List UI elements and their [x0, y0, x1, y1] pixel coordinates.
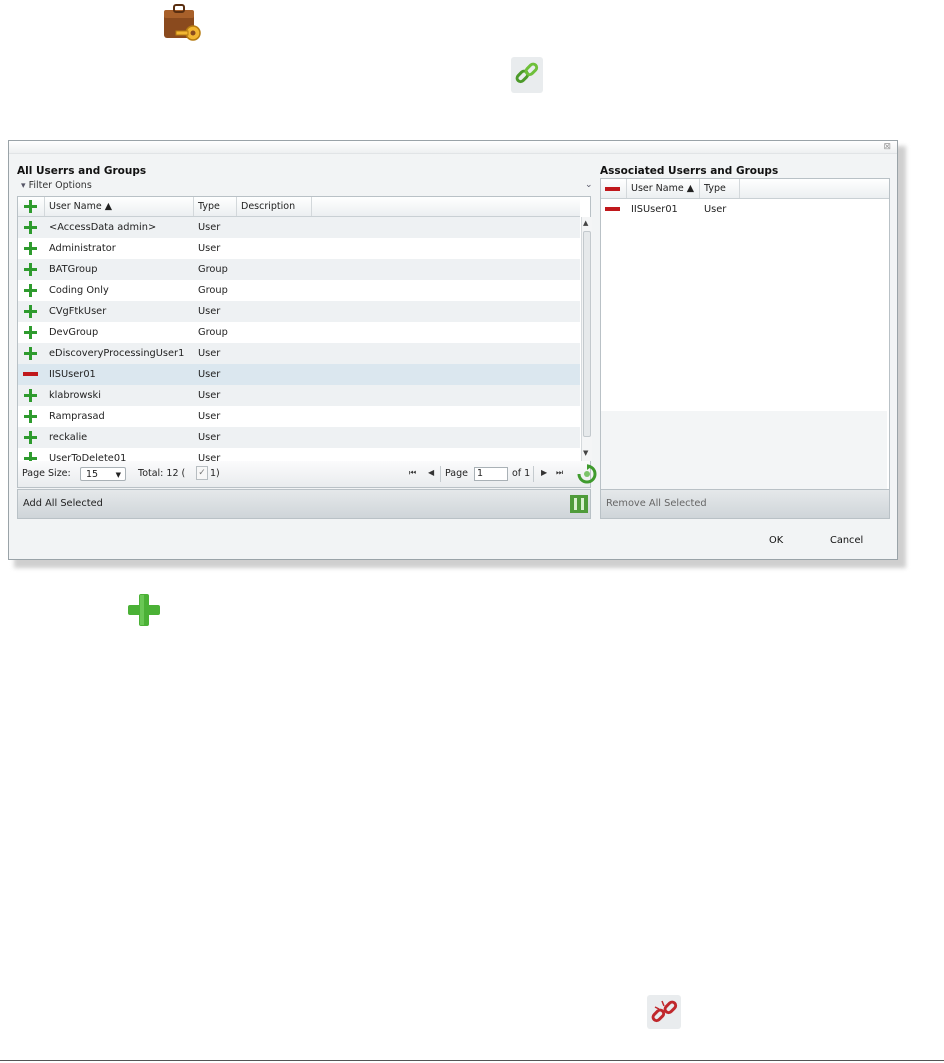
page-size-value: 15 [86, 469, 99, 480]
type-cell: User [198, 369, 221, 380]
user-name-cell: UserToDelete01 [49, 453, 127, 461]
minus-icon[interactable] [23, 372, 38, 376]
type-cell: Group [198, 327, 228, 338]
cancel-button[interactable]: Cancel [830, 535, 863, 546]
type-cell: User [198, 222, 221, 233]
table-row[interactable]: Coding Only Group [18, 280, 580, 301]
filter-options-label: Filter Options [28, 180, 92, 191]
plus-icon[interactable] [24, 284, 37, 297]
user-name-cell: IISUser01 [631, 204, 678, 215]
type-cell: Group [198, 285, 228, 296]
remove-all-selected-label: Remove All Selected [606, 498, 707, 509]
scroll-down-icon[interactable]: ▼ [583, 449, 588, 457]
grid-empty-area [601, 411, 887, 489]
add-all-selected-label: Add All Selected [23, 498, 103, 509]
user-name-cell: Ramprasad [49, 411, 105, 422]
table-row[interactable]: Ramprasad User [18, 406, 580, 427]
unlink-icon [647, 995, 681, 1029]
page-of-label: of 1 [512, 468, 531, 479]
table-row[interactable]: IISUser01 User [18, 364, 580, 385]
close-icon[interactable]: ⊠ [883, 141, 891, 153]
total-label: Total: 12 ( [138, 468, 186, 479]
user-name-cell: <AccessData admin> [49, 222, 157, 233]
table-row[interactable]: UserToDelete01 User [18, 448, 580, 461]
type-cell: User [198, 432, 221, 443]
plus-icon[interactable] [24, 242, 37, 255]
plus-icon[interactable] [24, 305, 37, 318]
user-name-cell: DevGroup [49, 327, 99, 338]
plus-icon[interactable] [24, 326, 37, 339]
plus-icon[interactable] [24, 347, 37, 360]
type-cell: User [198, 243, 221, 254]
dialog-titlebar: ⊠ [9, 141, 897, 154]
type-cell: Group [198, 264, 228, 275]
briefcase-key-icon [160, 0, 204, 44]
pager: Page Size: 15 ▼ Total: 12 ( ✓ 1) ⏮ ◀ Pag… [17, 461, 597, 488]
user-name-cell: klabrowski [49, 390, 101, 401]
table-row[interactable]: DevGroup Group [18, 322, 580, 343]
scroll-up-icon[interactable]: ▲ [583, 219, 588, 227]
checked-count: 1) [210, 468, 220, 479]
left-panel-title: All Userrs and Groups [17, 165, 147, 177]
user-name-cell: Administrator [49, 243, 116, 254]
chevron-down-icon[interactable]: ⌄ [585, 180, 593, 190]
all-users-grid: User Name ▲ Type Description <AccessData… [17, 196, 592, 462]
refresh-icon[interactable] [576, 464, 598, 484]
type-cell: User [198, 348, 221, 359]
remove-all-selected-bar[interactable]: Remove All Selected [600, 489, 890, 519]
pager-separator [440, 466, 441, 482]
next-page-icon[interactable]: ▶ [541, 468, 547, 477]
chevron-down-icon: ▼ [115, 471, 121, 479]
table-row[interactable]: Administrator User [18, 238, 580, 259]
user-name-cell: IISUser01 [49, 369, 96, 380]
type-cell: User [704, 204, 727, 215]
checkbox-icon: ✓ [196, 466, 208, 480]
last-page-icon[interactable]: ⏭ [556, 468, 563, 478]
chevron-down-icon: ▾ [21, 181, 26, 191]
table-row[interactable]: CVgFtkUser User [18, 301, 580, 322]
filter-options-toggle[interactable]: ▾ Filter Options [21, 180, 92, 191]
plus-icon[interactable] [24, 221, 37, 234]
type-cell: User [198, 306, 221, 317]
type-cell: User [198, 411, 221, 422]
scroll-thumb[interactable] [583, 231, 591, 437]
user-name-cell: eDiscoveryProcessingUser1 [49, 348, 185, 359]
pause-icon[interactable] [570, 495, 588, 513]
page-divider [0, 1060, 944, 1061]
type-cell: User [198, 390, 221, 401]
table-row[interactable]: BATGroup Group [18, 259, 580, 280]
add-all-selected-bar[interactable]: Add All Selected [17, 489, 591, 519]
plus-icon[interactable] [24, 410, 37, 423]
plus-icon[interactable] [24, 263, 37, 276]
right-panel-title: Associated Userrs and Groups [600, 165, 779, 177]
table-row[interactable]: <AccessData admin> User [18, 217, 580, 238]
page-size-label: Page Size: [22, 468, 71, 479]
table-row[interactable]: klabrowski User [18, 385, 580, 406]
table-row[interactable]: eDiscoveryProcessingUser1 User [18, 343, 580, 364]
user-name-cell: reckalie [49, 432, 88, 443]
user-name-cell: CVgFtkUser [49, 306, 107, 317]
ok-button[interactable]: OK [769, 535, 783, 546]
table-row[interactable]: reckalie User [18, 427, 580, 448]
page-number-input[interactable]: 1 [474, 467, 508, 481]
user-name-cell: Coding Only [49, 285, 109, 296]
plus-icon[interactable] [24, 431, 37, 444]
minus-icon[interactable] [605, 207, 620, 211]
page-label: Page [445, 468, 468, 479]
plus-icon[interactable] [24, 389, 37, 402]
plus-icon [125, 590, 163, 630]
user-group-dialog: ⊠ All Userrs and Groups ▾ Filter Options… [8, 140, 898, 560]
vertical-scrollbar[interactable]: ▲ ▼ [581, 217, 592, 462]
pager-separator [533, 466, 534, 482]
table-row[interactable]: IISUser01 User [601, 199, 889, 220]
prev-page-icon[interactable]: ◀ [428, 468, 434, 477]
user-name-cell: BATGroup [49, 264, 98, 275]
type-cell: User [198, 453, 221, 461]
first-page-icon[interactable]: ⏮ [409, 468, 416, 478]
page-size-select[interactable]: 15 ▼ [80, 467, 126, 481]
grid-body: <AccessData admin> User Administrator User B… [18, 197, 580, 461]
link-icon [511, 57, 543, 93]
plus-icon[interactable] [24, 452, 37, 461]
